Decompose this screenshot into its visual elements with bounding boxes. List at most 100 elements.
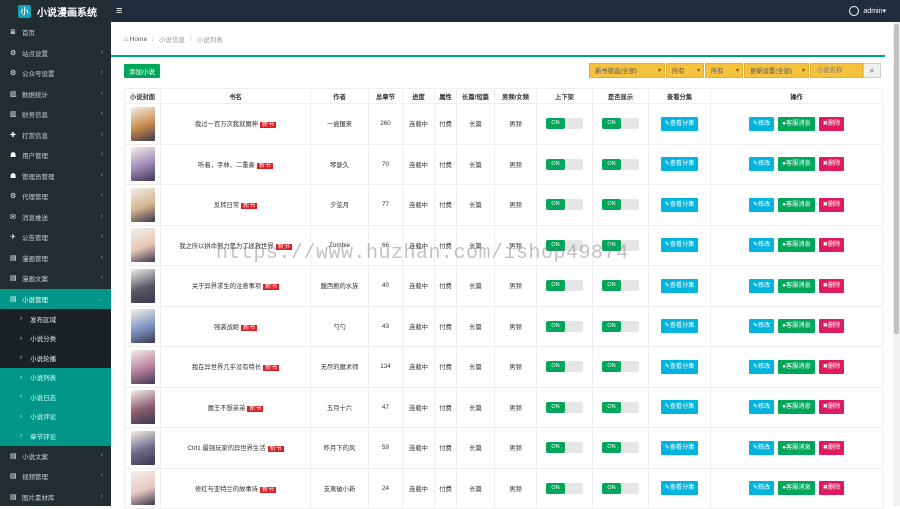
view-episodes-button[interactable]: ✎查看分集 xyxy=(660,440,699,455)
sidebar-subitem[interactable]: › 小说日志 xyxy=(0,387,111,407)
book-title[interactable]: 修红与亚特兰的故事诗 xyxy=(195,486,258,493)
page-scrollbar[interactable] xyxy=(893,22,900,506)
shelf-toggle[interactable]: ON xyxy=(546,280,583,292)
sidebar-item[interactable]: ✈ 公告管理 ‹ xyxy=(0,227,111,248)
new-book-filter-select[interactable]: 新书筛选(全部) ▾ xyxy=(589,63,665,78)
edit-button[interactable]: ✎修改 xyxy=(748,319,775,334)
delete-button[interactable]: ✖删除 xyxy=(818,116,845,131)
app-logo[interactable]: 小 小说漫画系统 xyxy=(0,0,111,22)
book-title[interactable]: 关于异界求生的注意事项 xyxy=(192,283,261,290)
edit-button[interactable]: ✎修改 xyxy=(748,359,775,374)
book-title[interactable]: 听着，字林、二重奏 xyxy=(198,162,255,169)
shelf-toggle[interactable]: ON xyxy=(546,482,583,494)
customer-message-button[interactable]: ●客服消息 xyxy=(778,116,815,131)
menu-toggle-icon[interactable]: ≡ xyxy=(116,5,122,17)
sidebar-item[interactable]: ▤ 漫画文案 ‹ xyxy=(0,268,111,289)
edit-button[interactable]: ✎修改 xyxy=(748,400,775,415)
search-input[interactable] xyxy=(810,63,863,78)
sidebar-item[interactable]: ⚙ 公众号设置 ‹ xyxy=(0,63,111,84)
delete-button[interactable]: ✖删除 xyxy=(818,238,845,253)
shelf-toggle[interactable]: ON xyxy=(546,239,583,251)
display-toggle[interactable]: ON xyxy=(602,280,639,292)
sidebar-item[interactable]: ▥ 财务信息 ‹ xyxy=(0,104,111,125)
shelf-toggle[interactable]: ON xyxy=(546,361,583,373)
display-toggle[interactable]: ON xyxy=(602,361,639,373)
book-title[interactable]: 强袭战姬 xyxy=(214,324,239,331)
display-toggle[interactable]: ON xyxy=(602,482,639,494)
sidebar-subitem[interactable]: › 小说评论 xyxy=(0,406,111,426)
view-episodes-button[interactable]: ✎查看分集 xyxy=(660,278,699,293)
customer-message-button[interactable]: ●客服消息 xyxy=(778,238,815,253)
book-title[interactable]: 我在异世界几乎没有特长 xyxy=(192,364,261,371)
customer-message-button[interactable]: ●客服消息 xyxy=(778,481,815,496)
book-title[interactable]: 反转日常 xyxy=(214,202,239,209)
sidebar-item[interactable]: ▤ 小说文案 ‹ xyxy=(0,446,111,467)
sidebar-subitem[interactable]: › 小说轮播 xyxy=(0,348,111,368)
view-episodes-button[interactable]: ✎查看分集 xyxy=(660,319,699,334)
view-episodes-button[interactable]: ✎查看分集 xyxy=(660,157,699,172)
edit-button[interactable]: ✎修改 xyxy=(748,116,775,131)
customer-message-button[interactable]: ●客服消息 xyxy=(778,440,815,455)
view-episodes-button[interactable]: ✎查看分集 xyxy=(660,359,699,374)
delete-button[interactable]: ✖删除 xyxy=(818,157,845,172)
shelf-toggle[interactable]: ON xyxy=(546,442,583,454)
filter-select-2[interactable]: 所有 ▾ xyxy=(666,63,704,78)
book-title[interactable]: 我过一百万次我就魔神 xyxy=(195,121,258,128)
sidebar-item[interactable]: ☗ 管理员管理 ‹ xyxy=(0,166,111,187)
customer-message-button[interactable]: ●客服消息 xyxy=(778,157,815,172)
shelf-toggle[interactable]: ON xyxy=(546,199,583,211)
delete-button[interactable]: ✖删除 xyxy=(818,319,845,334)
view-episodes-button[interactable]: ✎查看分集 xyxy=(660,481,699,496)
add-novel-button[interactable]: 添加小说 xyxy=(124,64,160,78)
display-toggle[interactable]: ON xyxy=(602,239,639,251)
sidebar-item[interactable]: ✚ 打赏信息 ‹ xyxy=(0,125,111,146)
delete-button[interactable]: ✖删除 xyxy=(818,481,845,496)
sidebar-item[interactable]: ▤ 漫画管理 ‹ xyxy=(0,248,111,269)
view-episodes-button[interactable]: ✎查看分集 xyxy=(660,400,699,415)
sidebar-subitem[interactable]: › 发布区域 xyxy=(0,309,111,329)
user-menu[interactable]: admin ▾ xyxy=(849,6,886,16)
delete-button[interactable]: ✖删除 xyxy=(818,440,845,455)
breadcrumb-level1[interactable]: 小说信息 xyxy=(159,34,185,44)
view-episodes-button[interactable]: ✎查看分集 xyxy=(660,116,699,131)
sidebar-item[interactable]: ▤ 视频管理 ‹ xyxy=(0,466,111,487)
customer-message-button[interactable]: ●客服消息 xyxy=(778,400,815,415)
search-button[interactable]: ⌕ xyxy=(863,63,881,78)
delete-button[interactable]: ✖删除 xyxy=(818,278,845,293)
display-toggle[interactable]: ON xyxy=(602,401,639,413)
edit-button[interactable]: ✎修改 xyxy=(748,238,775,253)
sidebar-item[interactable]: ▤ 小说管理 ⌄ xyxy=(0,288,111,309)
edit-button[interactable]: ✎修改 xyxy=(748,440,775,455)
shelf-toggle[interactable]: ON xyxy=(546,158,583,170)
sidebar-item[interactable]: ≣ 首页 xyxy=(0,22,111,43)
customer-message-button[interactable]: ●客服消息 xyxy=(778,278,815,293)
sidebar-item[interactable]: ▥ 数据统计 ‹ xyxy=(0,84,111,105)
display-toggle[interactable]: ON xyxy=(602,442,639,454)
sidebar-subitem[interactable]: › 小说分类 xyxy=(0,328,111,348)
delete-button[interactable]: ✖删除 xyxy=(818,359,845,374)
display-toggle[interactable]: ON xyxy=(602,158,639,170)
shelf-toggle[interactable]: ON xyxy=(546,118,583,130)
sidebar-item[interactable]: ▤ 图片素材库 ‹ xyxy=(0,487,111,507)
customer-message-button[interactable]: ●客服消息 xyxy=(778,197,815,212)
book-title[interactable]: 我之所以拼命努力是为了拯救世界 xyxy=(179,243,273,250)
sidebar-item[interactable]: ⚙ 站点设置 ‹ xyxy=(0,43,111,64)
edit-button[interactable]: ✎修改 xyxy=(748,278,775,293)
view-episodes-button[interactable]: ✎查看分集 xyxy=(660,238,699,253)
delete-button[interactable]: ✖删除 xyxy=(818,400,845,415)
shelf-toggle[interactable]: ON xyxy=(546,401,583,413)
display-toggle[interactable]: ON xyxy=(602,118,639,130)
customer-message-button[interactable]: ●客服消息 xyxy=(778,319,815,334)
book-title[interactable]: Ctrl1 最强玩家的异世界生活 xyxy=(187,445,265,452)
display-toggle[interactable]: ON xyxy=(602,199,639,211)
edit-button[interactable]: ✎修改 xyxy=(748,157,775,172)
breadcrumb-home[interactable]: Home xyxy=(130,36,147,43)
scrollbar-thumb[interactable] xyxy=(894,24,899,334)
update-filter-select[interactable]: 更新设置(全部) ▾ xyxy=(744,63,809,78)
customer-message-button[interactable]: ●客服消息 xyxy=(778,359,815,374)
sidebar-item[interactable]: ⚙ 代理管理 ‹ xyxy=(0,186,111,207)
delete-button[interactable]: ✖删除 xyxy=(818,197,845,212)
sidebar-subitem[interactable]: › 小说列表 xyxy=(0,367,111,387)
filter-select-3[interactable]: 所有 ▾ xyxy=(705,63,743,78)
sidebar-item[interactable]: ✉ 消息推送 ‹ xyxy=(0,207,111,228)
